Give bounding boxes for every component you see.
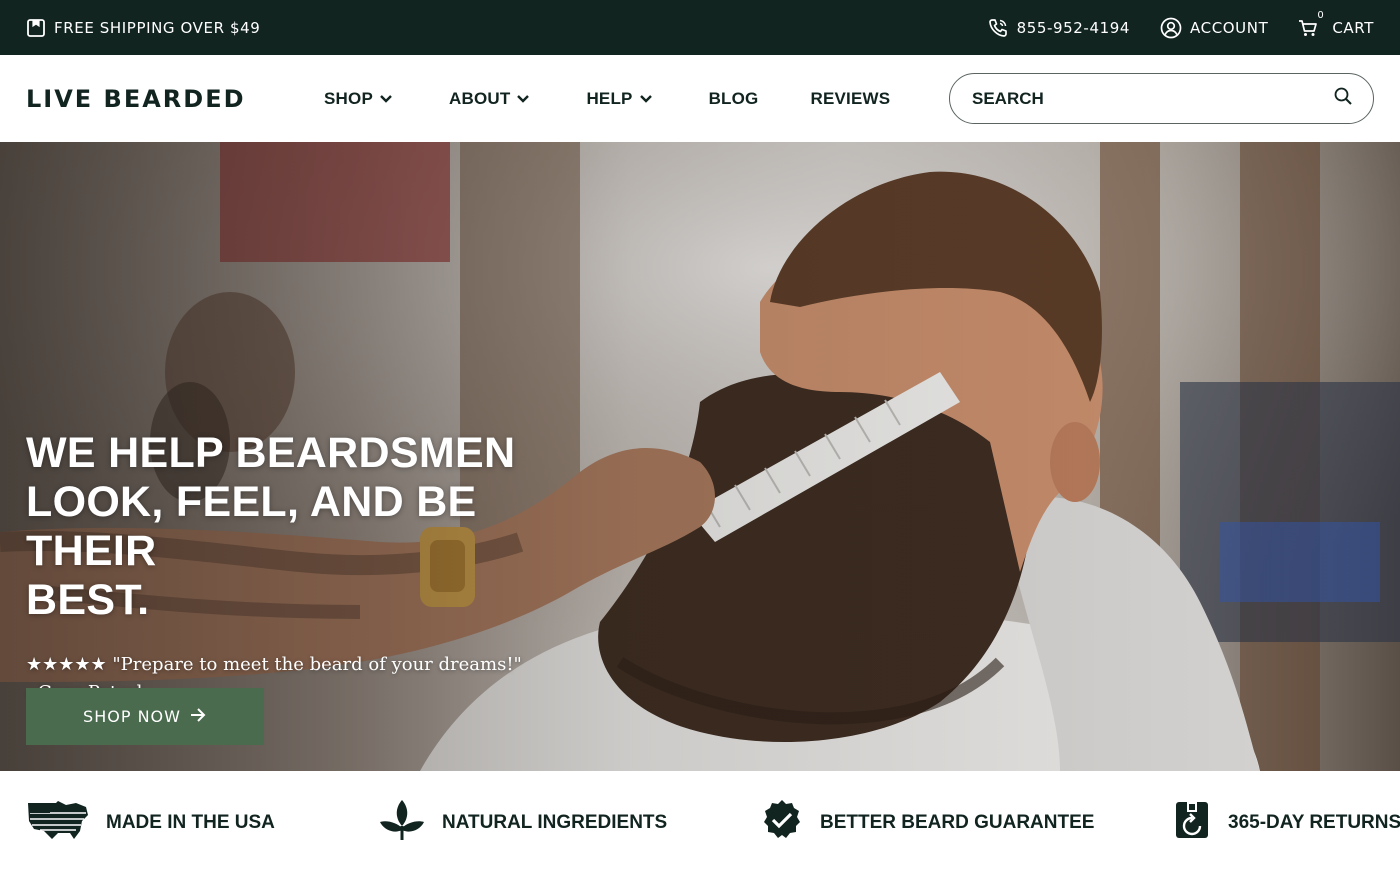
hero-title-line: LOOK, FEEL, AND BE THEIR — [26, 478, 477, 575]
shop-now-button[interactable]: SHOP NOW — [26, 688, 264, 745]
account-label: ACCOUNT — [1190, 18, 1269, 37]
site-logo[interactable]: LIVE BEARDED — [26, 85, 246, 113]
leaf-icon — [378, 798, 426, 848]
phone-icon — [987, 17, 1009, 39]
hero-banner: WE HELP BEARDSMEN LOOK, FEEL, AND BE THE… — [0, 142, 1400, 771]
search-box — [949, 73, 1374, 124]
free-shipping-notice: FREE SHIPPING OVER $49 — [26, 18, 260, 38]
hero-title-line: BEST. — [26, 576, 150, 624]
feature-365-day-returns: 365-DAY RETURNS — [1172, 771, 1400, 875]
account-link[interactable]: ACCOUNT — [1160, 17, 1268, 39]
hero-title-line: WE HELP BEARDSMEN — [26, 429, 516, 477]
cart-count-badge: 0 — [1317, 9, 1324, 21]
chevron-down-icon — [639, 89, 653, 109]
nav-shop-label: SHOP — [324, 88, 373, 108]
nav-blog-label: BLOG — [708, 88, 759, 108]
phone-link[interactable]: 855-952-4194 — [987, 17, 1130, 39]
shop-now-label: SHOP NOW — [83, 707, 181, 726]
phone-number: 855-952-4194 — [1016, 18, 1131, 37]
feature-better-beard-guarantee: BETTER BEARD GUARANTEE — [760, 771, 1094, 875]
nav-reviews[interactable]: REVIEWS — [811, 89, 891, 109]
hero-copy: WE HELP BEARDSMEN LOOK, FEEL, AND BE THE… — [26, 429, 566, 707]
nav-about[interactable]: ABOUT — [449, 89, 530, 109]
nav-shop[interactable]: SHOP — [324, 89, 393, 109]
feature-made-in-usa: MADE IN THE USA — [26, 771, 275, 875]
usa-map-icon — [26, 799, 90, 847]
main-nav: SHOP ABOUT HELP BLOG REVIEWS — [324, 55, 942, 142]
feature-returns-label: 365-DAY RETURNS — [1228, 812, 1400, 833]
nav-about-label: ABOUT — [448, 88, 511, 108]
feature-natural-ingredients: NATURAL INGREDIENTS — [378, 771, 667, 875]
feature-natural-label: NATURAL INGREDIENTS — [442, 812, 668, 833]
package-icon — [26, 18, 46, 38]
features-strip: MADE IN THE USA NATURAL INGREDIENTS BETT… — [0, 771, 1400, 875]
nav-reviews-label: REVIEWS — [810, 88, 891, 108]
feature-guarantee-label: BETTER BEARD GUARANTEE — [820, 812, 1095, 833]
check-badge-icon — [760, 798, 804, 848]
feature-usa-label: MADE IN THE USA — [106, 812, 275, 833]
cart-link[interactable]: 0 CART — [1298, 10, 1374, 38]
nav-help[interactable]: HELP — [586, 89, 652, 109]
search-input[interactable] — [972, 88, 1302, 109]
search-icon[interactable] — [1333, 86, 1353, 111]
user-icon — [1160, 17, 1182, 39]
nav-blog[interactable]: BLOG — [709, 89, 759, 109]
hero-title: WE HELP BEARDSMEN LOOK, FEEL, AND BE THE… — [26, 429, 566, 625]
site-header: LIVE BEARDED SHOP ABOUT HELP BLOG REVIEW… — [0, 55, 1400, 142]
nav-help-label: HELP — [586, 88, 633, 108]
cart-icon: 0 — [1298, 10, 1324, 38]
arrow-right-icon — [189, 707, 207, 727]
free-shipping-text: FREE SHIPPING OVER $49 — [54, 18, 261, 37]
return-box-icon — [1172, 800, 1212, 846]
cart-label: CART — [1332, 18, 1374, 37]
announcement-bar: FREE SHIPPING OVER $49 855-952-4194 ACCO… — [0, 0, 1400, 55]
chevron-down-icon — [379, 89, 393, 109]
chevron-down-icon — [516, 89, 530, 109]
